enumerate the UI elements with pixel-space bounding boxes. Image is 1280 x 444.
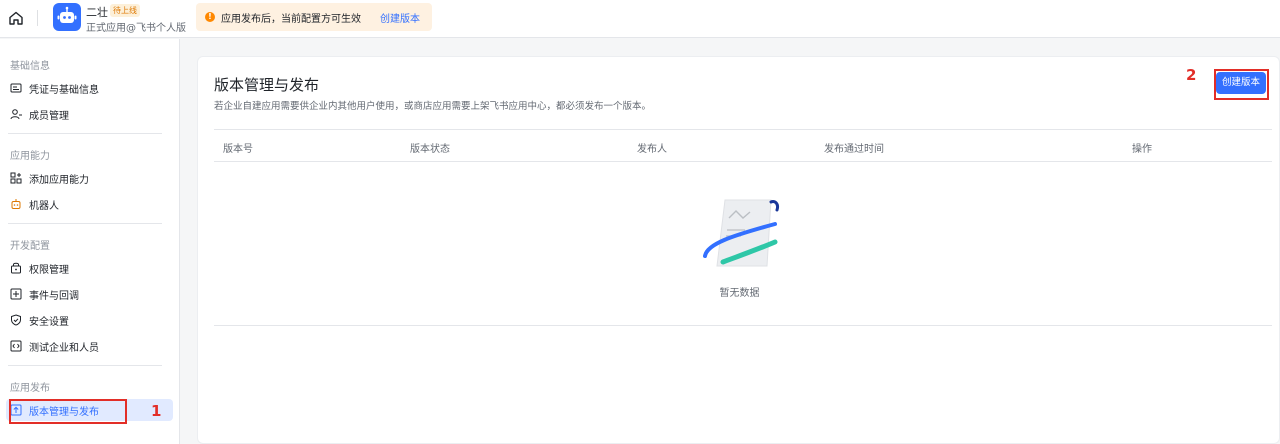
sidebar-item-permissions[interactable]: 权限管理 bbox=[6, 257, 173, 279]
sidebar: 基础信息 凭证与基础信息 成员管理 应用能力 添加应用能力 机器人 开发配置 权… bbox=[0, 39, 180, 444]
divider bbox=[8, 365, 162, 366]
robot-icon bbox=[11, 199, 21, 209]
sidebar-item-label: 权限管理 bbox=[29, 265, 69, 276]
apps-add-icon bbox=[10, 172, 22, 184]
sidebar-item-robot[interactable]: 机器人 bbox=[6, 193, 173, 215]
sidebar-item-test-tenant[interactable]: 测试企业和人员 bbox=[6, 335, 173, 357]
sidebar-item-label: 机器人 bbox=[29, 201, 59, 212]
notice-bar: ! 应用发布后，当前配置方可生效 创建版本 bbox=[196, 3, 432, 31]
event-icon bbox=[10, 288, 22, 300]
sidebar-item-label: 凭证与基础信息 bbox=[29, 85, 99, 96]
sidebar-item-events[interactable]: 事件与回调 bbox=[6, 283, 173, 305]
empty-state-illustration bbox=[703, 199, 779, 267]
app-name: 二壮 bbox=[86, 6, 108, 19]
top-bar: 二壮 待上线 正式应用@飞书个人版 ! 应用发布后，当前配置方可生效 创建版本 bbox=[0, 0, 1280, 38]
group-title-capability: 应用能力 bbox=[10, 151, 50, 162]
page-description: 若企业自建应用需要供企业内其他用户使用，或商店应用需要上架飞书应用中心，都必须发… bbox=[214, 101, 652, 112]
column-header-publisher: 发布人 bbox=[637, 144, 667, 155]
sidebar-item-credentials[interactable]: 凭证与基础信息 bbox=[6, 77, 173, 99]
divider bbox=[37, 10, 38, 26]
page-title: 版本管理与发布 bbox=[214, 76, 320, 94]
column-header-actions: 操作 bbox=[1132, 144, 1152, 155]
divider bbox=[8, 133, 162, 134]
create-version-link[interactable]: 创建版本 bbox=[380, 10, 420, 25]
empty-state-text: 暂无数据 bbox=[719, 288, 760, 299]
shield-icon bbox=[11, 314, 21, 326]
id-card-icon bbox=[10, 83, 22, 93]
warning-icon: ! bbox=[205, 12, 215, 22]
annotation-marker-2: 2 bbox=[1186, 66, 1197, 84]
group-title-release: 应用发布 bbox=[10, 383, 50, 394]
table-header: 版本号 版本状态 发布人 发布通过时间 操作 bbox=[214, 129, 1272, 162]
user-icon bbox=[10, 109, 22, 120]
highlight-box-2 bbox=[1214, 69, 1269, 100]
status-badge: 待上线 bbox=[110, 4, 140, 17]
sidebar-item-label: 测试企业和人员 bbox=[29, 343, 99, 354]
notice-text: 应用发布后，当前配置方可生效 bbox=[221, 14, 361, 25]
sidebar-item-label: 事件与回调 bbox=[29, 291, 79, 302]
sidebar-item-label: 添加应用能力 bbox=[29, 175, 89, 186]
sidebar-item-add-capability[interactable]: 添加应用能力 bbox=[6, 167, 173, 189]
annotation-marker-1: 1 bbox=[151, 402, 162, 420]
divider bbox=[214, 325, 1272, 326]
column-header-status: 版本状态 bbox=[410, 144, 450, 155]
divider bbox=[8, 223, 162, 224]
app-avatar bbox=[53, 3, 81, 31]
sidebar-item-label: 安全设置 bbox=[29, 317, 69, 328]
group-title-dev: 开发配置 bbox=[10, 241, 50, 252]
sidebar-item-security[interactable]: 安全设置 bbox=[6, 309, 173, 331]
sidebar-item-label: 成员管理 bbox=[29, 111, 69, 122]
robot-icon bbox=[57, 6, 77, 23]
sidebar-item-members[interactable]: 成员管理 bbox=[6, 103, 173, 125]
main-card: 版本管理与发布 若企业自建应用需要供企业内其他用户使用，或商店应用需要上架飞书应… bbox=[197, 56, 1280, 444]
home-icon[interactable] bbox=[6, 8, 26, 28]
column-header-version: 版本号 bbox=[223, 144, 253, 155]
column-header-approved-time: 发布通过时间 bbox=[824, 144, 884, 155]
highlight-box-1 bbox=[9, 399, 127, 424]
group-title-basic: 基础信息 bbox=[10, 61, 50, 72]
code-icon bbox=[10, 340, 22, 352]
lock-icon bbox=[11, 262, 21, 274]
app-subtitle: 正式应用@飞书个人版 bbox=[86, 23, 186, 34]
